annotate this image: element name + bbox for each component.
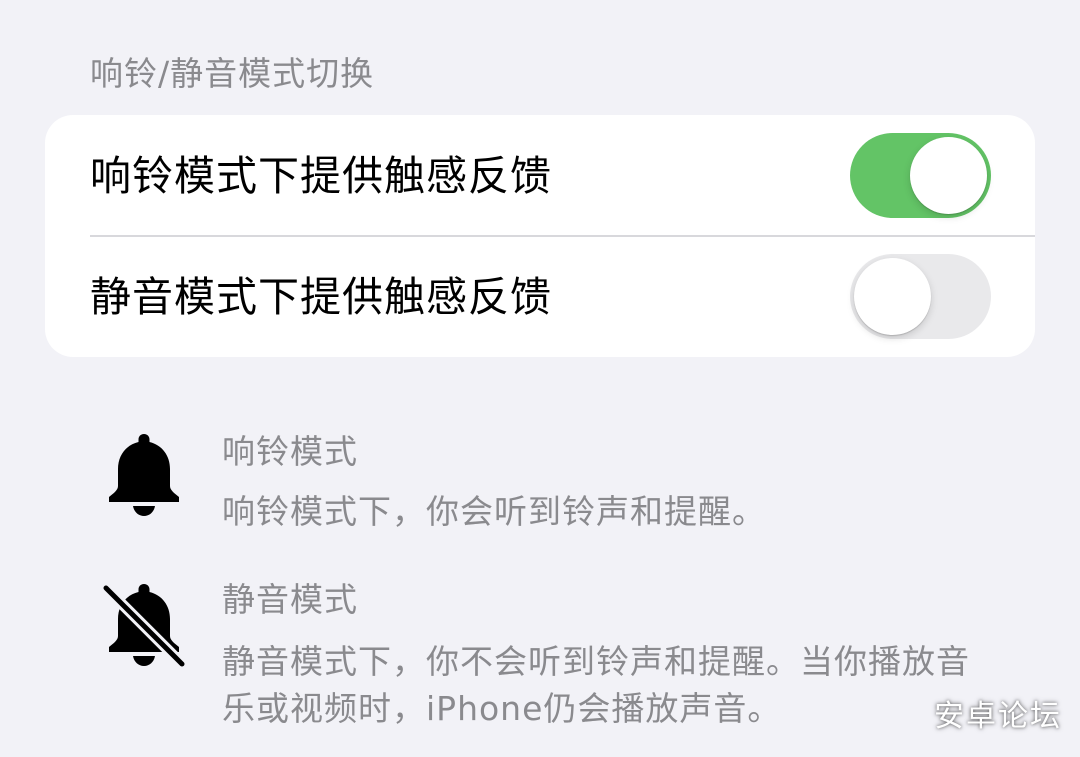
silent-haptics-toggle[interactable] <box>850 254 991 339</box>
ring-haptics-toggle[interactable] <box>850 133 991 218</box>
ring-mode-title: 响铃模式 <box>222 432 358 471</box>
toggle-knob <box>910 137 987 214</box>
section-header: 响铃/静音模式切换 <box>90 54 375 93</box>
bell-slash-icon <box>100 582 188 668</box>
ring-haptics-row[interactable]: 响铃模式下提供触感反馈 <box>45 115 1035 237</box>
silent-mode-title: 静音模式 <box>222 580 358 619</box>
bell-icon <box>109 434 179 516</box>
haptics-settings-card: 响铃模式下提供触感反馈 静音模式下提供触感反馈 <box>45 115 1035 357</box>
silent-haptics-label: 静音模式下提供触感反馈 <box>90 273 552 321</box>
silent-haptics-row[interactable]: 静音模式下提供触感反馈 <box>45 236 1035 357</box>
silent-mode-description: 静音模式下，你不会听到铃声和提醒。当你播放音乐或视频时，iPhone仍会播放声音… <box>222 642 970 728</box>
ring-haptics-label: 响铃模式下提供触感反馈 <box>90 152 552 200</box>
ring-mode-description: 响铃模式下，你会听到铃声和提醒。 <box>222 492 766 531</box>
watermark: 安卓论坛 <box>934 699 1062 734</box>
toggle-knob <box>854 258 931 335</box>
